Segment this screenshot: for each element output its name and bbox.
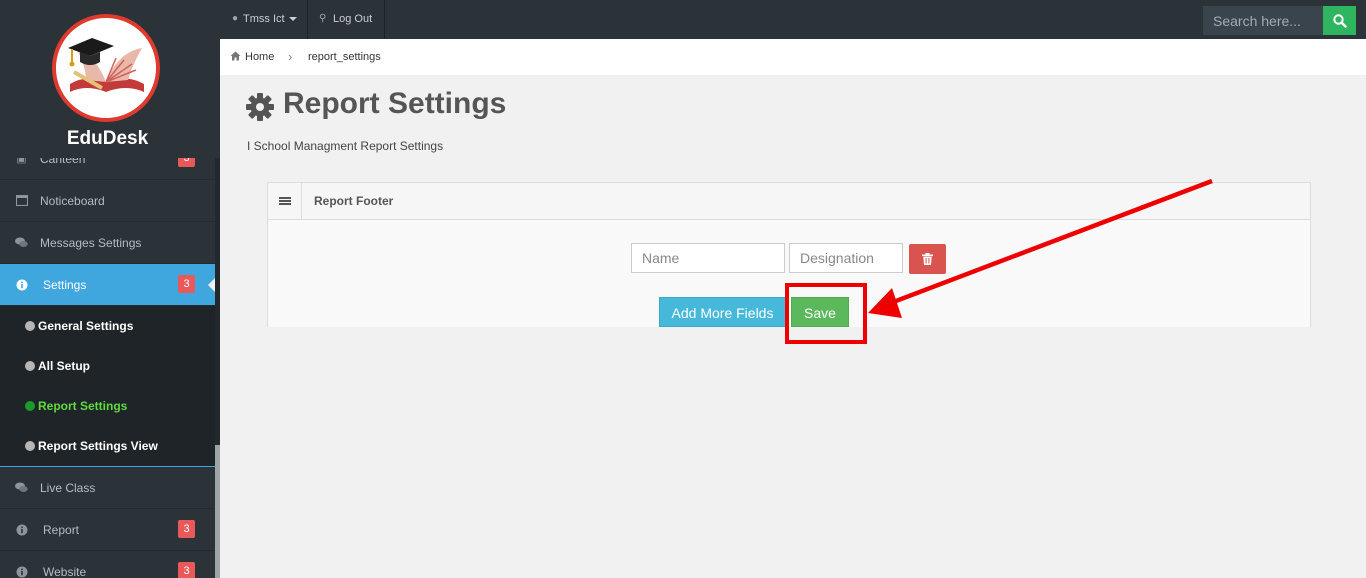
submenu-item-report-settings[interactable]: Report Settings xyxy=(0,386,215,426)
sidebar-item-label: Report xyxy=(43,523,80,537)
user-icon: ● xyxy=(232,13,239,24)
sidebar: ▣ Canteen 3 Noticeboard Messages Setting… xyxy=(0,0,220,578)
top-navbar: ● Tmss Ict ⚲ Log Out xyxy=(220,0,1366,39)
sidebar-item-live-class[interactable]: Live Class xyxy=(0,467,215,509)
sidebar-item-label: Live Class xyxy=(40,481,96,495)
breadcrumb-home-link[interactable]: Home xyxy=(245,51,274,63)
sidebar-nav: ▣ Canteen 3 Noticeboard Messages Setting… xyxy=(0,138,215,578)
sidebar-item-settings[interactable]: Settings 3 xyxy=(0,264,215,306)
count-badge: 3 xyxy=(178,275,195,293)
count-badge: 3 xyxy=(178,562,195,578)
logout-button[interactable]: ⚲ Log Out xyxy=(309,0,385,39)
submenu-item-label: Report Settings View xyxy=(38,439,158,453)
window-icon xyxy=(15,194,28,207)
name-field[interactable] xyxy=(631,243,785,273)
submenu-item-label: All Setup xyxy=(38,359,91,373)
bullet-icon xyxy=(25,361,35,371)
breadcrumb: Home › report_settings xyxy=(220,39,1366,75)
user-menu-button[interactable]: ● Tmss Ict xyxy=(220,0,308,39)
key-icon: ⚲ xyxy=(319,13,327,24)
bullet-icon xyxy=(25,441,35,451)
chevron-down-icon xyxy=(289,17,297,21)
trash-icon xyxy=(922,253,933,265)
submenu-item-all-setup[interactable]: All Setup xyxy=(0,346,215,386)
search-icon xyxy=(1333,14,1347,28)
graduation-cap-book-logo[interactable] xyxy=(52,14,160,122)
sidebar-item-messages-settings[interactable]: Messages Settings xyxy=(0,222,215,264)
info-icon xyxy=(15,279,28,291)
home-icon xyxy=(230,51,241,64)
sidebar-item-label: Messages Settings xyxy=(40,236,142,250)
info-icon xyxy=(15,524,28,536)
info-icon xyxy=(15,566,28,578)
delete-field-button[interactable] xyxy=(909,244,946,274)
sidebar-item-website[interactable]: Website 3 xyxy=(0,551,215,578)
submenu-item-label: General Settings xyxy=(38,319,134,333)
brand-header: EduDesk xyxy=(0,0,215,158)
bullet-icon xyxy=(25,321,35,331)
brand-name: EduDesk xyxy=(66,128,149,149)
submenu-item-report-settings-view[interactable]: Report Settings View xyxy=(0,426,215,466)
breadcrumb-current: report_settings xyxy=(308,51,381,63)
logout-label: Log Out xyxy=(333,13,373,25)
page-title-text: Report Settings xyxy=(283,87,507,120)
designation-field[interactable] xyxy=(789,243,903,273)
sidebar-item-report[interactable]: Report 3 xyxy=(0,509,215,551)
bullet-icon xyxy=(25,401,35,411)
submenu-item-general-settings[interactable]: General Settings xyxy=(0,306,215,346)
panel-header: Report Footer xyxy=(268,183,1310,220)
user-name: Tmss Ict xyxy=(243,13,285,25)
add-more-fields-button[interactable]: Add More Fields xyxy=(659,297,786,327)
gear-icon xyxy=(246,93,274,121)
active-caret-icon xyxy=(208,278,215,292)
panel-title: Report Footer xyxy=(314,194,394,208)
sidebar-scrollbar-thumb[interactable] xyxy=(215,445,220,578)
page-subtitle: I School Managment Report Settings xyxy=(247,139,444,153)
search-button[interactable] xyxy=(1323,6,1356,35)
annotation-highlight-box xyxy=(785,283,867,344)
count-badge: 3 xyxy=(178,520,195,538)
sidebar-item-label: Noticeboard xyxy=(40,194,105,208)
sidebar-item-label: Settings xyxy=(43,278,87,292)
sidebar-item-label: Website xyxy=(43,565,87,578)
sidebar-item-noticeboard[interactable]: Noticeboard xyxy=(0,180,215,222)
chat-icon xyxy=(15,482,28,494)
chat-icon xyxy=(15,237,28,249)
list-icon xyxy=(268,183,302,220)
settings-submenu: General Settings All Setup Report Settin… xyxy=(0,306,215,467)
submenu-item-label: Report Settings xyxy=(38,399,128,413)
chevron-right-icon: › xyxy=(288,49,293,64)
search-input[interactable] xyxy=(1203,6,1323,35)
